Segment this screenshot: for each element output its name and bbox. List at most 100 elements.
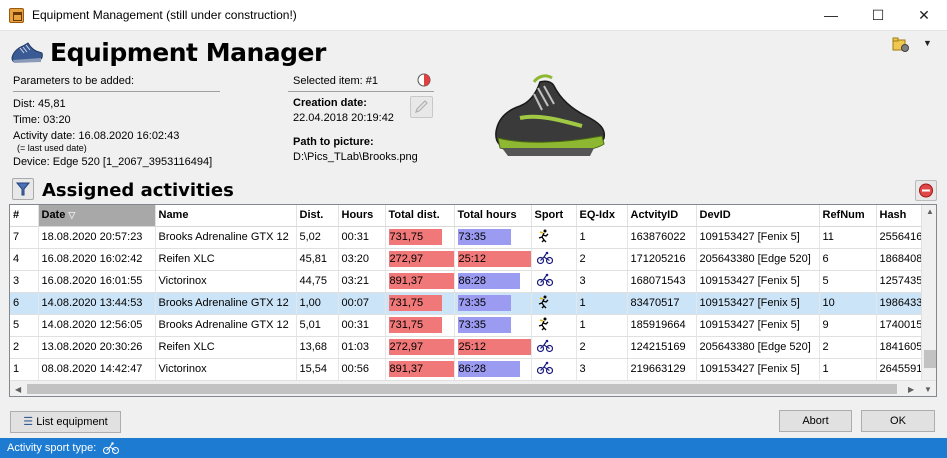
- scroll-down-icon[interactable]: ▼: [924, 385, 932, 394]
- cyclist-icon: [536, 339, 553, 352]
- cell-total-hours: 25:12: [454, 248, 532, 271]
- cell-activity: 163876022: [627, 226, 697, 249]
- horizontal-scrollbar[interactable]: ◀ ▶ ▼: [10, 380, 936, 396]
- cell-activity: 124215169: [627, 336, 697, 359]
- list-icon: ☰: [23, 416, 34, 428]
- filter-icon: [15, 182, 31, 196]
- cell-dev: 109153427 [Fenix 5]: [696, 270, 820, 293]
- column-header-activity-id[interactable]: ActvityID: [627, 205, 697, 227]
- edit-button[interactable]: [410, 96, 433, 118]
- table-row[interactable]: 5 14.08.2020 12:56:05 Brooks Adrenaline GT…: [10, 314, 936, 337]
- cell-total-dist: 731,75: [385, 314, 455, 337]
- column-header-name[interactable]: Name: [155, 205, 297, 227]
- cell-hours: 01:03: [338, 336, 386, 359]
- cell-ref: 10: [819, 292, 877, 315]
- cell-date: 16.08.2020 16:02:42: [38, 248, 156, 271]
- folder-settings-icon[interactable]: [892, 37, 910, 53]
- cell-activity: 83470517: [627, 292, 697, 315]
- selected-item-label: Selected item: #1: [293, 75, 378, 87]
- total-hours-bar: 86:28: [457, 273, 520, 289]
- cell-dev: 205643380 [Edge 520]: [696, 248, 820, 271]
- cell-activity: 171205216: [627, 248, 697, 271]
- params-activity-date: Activity date: 16.08.2020 16:02:43: [13, 130, 180, 142]
- cell-total-hours: 86:28: [454, 358, 532, 381]
- cell-total-hours: 73:35: [454, 292, 532, 315]
- close-button[interactable]: ✕: [901, 0, 947, 31]
- runner-icon: [538, 229, 548, 242]
- cell-activity: 185919664: [627, 314, 697, 337]
- params-dist: Dist: 45,81: [13, 98, 66, 110]
- cell-ref: 2: [819, 336, 877, 359]
- list-equipment-label: List equipment: [36, 416, 108, 428]
- column-header-ref-num[interactable]: RefNum: [819, 205, 877, 227]
- cell-num: 1: [10, 358, 39, 381]
- cell-sport: [531, 292, 577, 315]
- cell-num: 5: [10, 314, 39, 337]
- title-bar: Equipment Management (still under constr…: [0, 0, 947, 31]
- equipment-picture: [495, 74, 606, 156]
- column-header-dev-id[interactable]: DevID: [696, 205, 820, 227]
- filter-button[interactable]: [12, 178, 34, 200]
- cell-total-hours: 86:28: [454, 270, 532, 293]
- cell-date: 14.08.2020 12:56:05: [38, 314, 156, 337]
- cell-eq: 1: [576, 226, 628, 249]
- table-row[interactable]: 2 13.08.2020 20:30:26 Reifen XLC 13,68 01:03…: [10, 336, 936, 359]
- table-row[interactable]: 4 16.08.2020 16:02:42 Reifen XLC 45,81 03:20…: [10, 248, 936, 271]
- cell-ref: 11: [819, 226, 877, 249]
- cell-date: 14.08.2020 13:44:53: [38, 292, 156, 315]
- cell-name: Victorinox: [155, 270, 297, 293]
- params-heading: Parameters to be added:: [13, 75, 135, 87]
- table-row[interactable]: 6 14.08.2020 13:44:53 Brooks Adrenaline GT…: [10, 292, 936, 315]
- cell-dist: 44,75: [296, 270, 339, 293]
- activities-grid[interactable]: # Date ▽ Name Dist. Hours Total dist. To…: [9, 204, 937, 397]
- cell-num: 4: [10, 248, 39, 271]
- cell-num: 6: [10, 292, 39, 315]
- chevron-down-icon[interactable]: ▼: [923, 38, 932, 48]
- column-header-dist[interactable]: Dist.: [296, 205, 339, 227]
- cell-hours: 00:56: [338, 358, 386, 381]
- total-hours-bar: 73:35: [457, 229, 511, 245]
- page-title: Equipment Manager: [50, 38, 326, 67]
- cell-total-dist: 891,37: [385, 358, 455, 381]
- scroll-right-icon[interactable]: ▶: [908, 385, 914, 394]
- scroll-thumb[interactable]: [924, 350, 936, 368]
- column-header-date[interactable]: Date ▽: [38, 205, 156, 227]
- vertical-scrollbar[interactable]: ▲: [921, 205, 936, 380]
- cell-dist: 13,68: [296, 336, 339, 359]
- abort-button[interactable]: Abort: [779, 410, 852, 432]
- scroll-up-icon[interactable]: ▲: [926, 207, 934, 216]
- column-header-sport[interactable]: Sport: [531, 205, 577, 227]
- scroll-left-icon[interactable]: ◀: [15, 385, 21, 394]
- remove-activity-button[interactable]: [915, 180, 937, 201]
- column-header-hours[interactable]: Hours: [338, 205, 386, 227]
- cell-sport: [531, 248, 577, 271]
- ok-button[interactable]: OK: [861, 410, 935, 432]
- pencil-icon: [415, 100, 428, 113]
- column-header-total-dist[interactable]: Total dist.: [385, 205, 455, 227]
- maximize-button[interactable]: ☐: [855, 0, 901, 31]
- cell-dev: 109153427 [Fenix 5]: [696, 226, 820, 249]
- table-row[interactable]: 7 18.08.2020 20:57:23 Brooks Adrenaline GT…: [10, 226, 936, 249]
- minimize-button[interactable]: —: [808, 0, 854, 31]
- cell-eq: 2: [576, 248, 628, 271]
- cell-hours: 03:21: [338, 270, 386, 293]
- column-header-eq-idx[interactable]: EQ-Idx: [576, 205, 628, 227]
- table-row[interactable]: 3 16.08.2020 16:01:55 Victorinox 44,75 03:21…: [10, 270, 936, 293]
- cell-ref: 9: [819, 314, 877, 337]
- runner-icon: [538, 295, 548, 308]
- cell-num: 7: [10, 226, 39, 249]
- cell-activity: 168071543: [627, 270, 697, 293]
- cell-dev: 109153427 [Fenix 5]: [696, 292, 820, 315]
- total-dist-bar: 272,97: [388, 251, 453, 267]
- total-dist-bar: 891,37: [388, 273, 453, 289]
- list-equipment-button[interactable]: ☰ List equipment: [10, 411, 121, 433]
- scroll-thumb[interactable]: [27, 384, 897, 394]
- column-header-total-hours[interactable]: Total hours: [454, 205, 532, 227]
- table-row[interactable]: 1 08.08.2020 14:42:47 Victorinox 15,54 00:56…: [10, 358, 936, 381]
- column-header-num[interactable]: #: [10, 205, 39, 227]
- cell-dist: 5,02: [296, 226, 339, 249]
- cell-date: 18.08.2020 20:57:23: [38, 226, 156, 249]
- cyclist-icon: [536, 251, 553, 264]
- cell-dist: 45,81: [296, 248, 339, 271]
- cell-name: Brooks Adrenaline GTX 12: [155, 314, 297, 337]
